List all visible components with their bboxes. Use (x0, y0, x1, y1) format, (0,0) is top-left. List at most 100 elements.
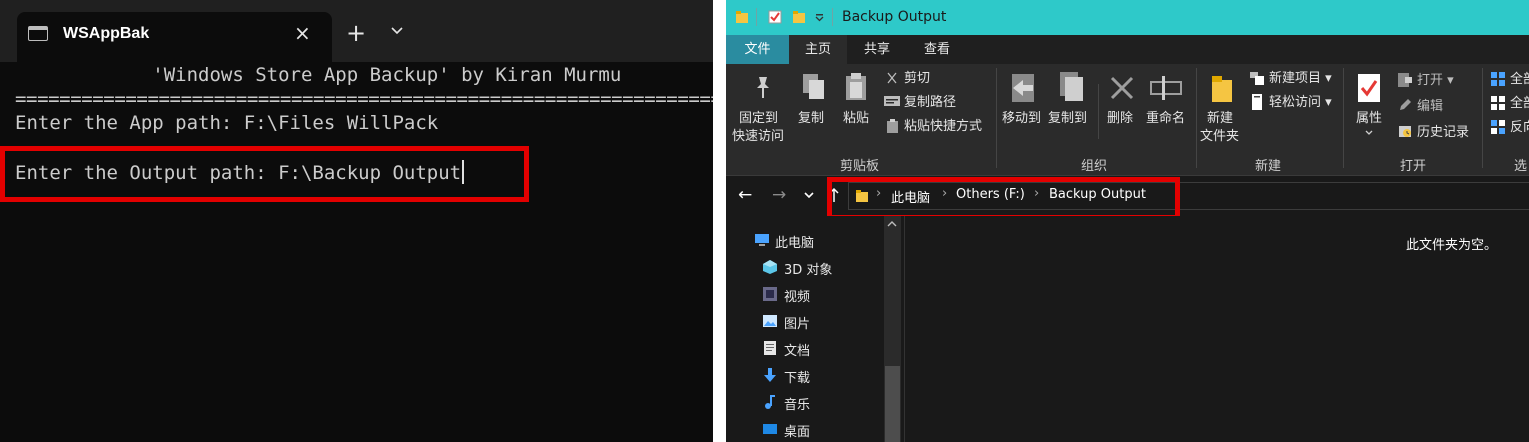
select-group-label: 选 (1514, 159, 1528, 174)
invert-selection-icon (1491, 120, 1505, 134)
quick-access-dropdown-icon[interactable] (815, 14, 824, 22)
terminal-window: WSAppBak × + 'Windows Store App Backup' … (0, 0, 713, 442)
edit-label: 编辑 (1417, 99, 1444, 114)
copy-icon (803, 74, 824, 99)
nav-item-desktop[interactable]: 桌面 (726, 416, 886, 442)
ribbon: 固定到 快速访问 复制 粘贴 剪切 复制路径 粘贴快捷方式 剪贴板 移动到 复制… (726, 64, 1529, 176)
scroll-up-arrow-icon[interactable] (887, 220, 897, 228)
new-tab-icon[interactable]: + (346, 19, 366, 47)
new-folder-icon[interactable] (792, 10, 806, 24)
nav-item-label: 此电脑 (775, 236, 815, 251)
new-item-icon (1250, 72, 1264, 85)
organize-group-label: 组织 (1081, 159, 1108, 174)
terminal-tab-title: WSAppBak (63, 25, 150, 42)
ribbon-separator (1482, 68, 1483, 168)
file-list-area[interactable]: 此文件夹为空。 (905, 216, 1529, 442)
copy-path-icon (884, 96, 900, 106)
easy-access-icon (1252, 94, 1262, 110)
move-to-icon (1012, 74, 1034, 102)
terminal-banner-line: 'Windows Store App Backup' by Kiran Murm… (15, 64, 622, 86)
ribbon-separator (996, 68, 997, 168)
toolbar-separator (756, 8, 757, 26)
new-folder-label-line1: 新建 (1207, 111, 1234, 126)
select-all-icon (1491, 72, 1505, 86)
close-icon[interactable]: × (294, 21, 311, 45)
nav-item-music[interactable]: 音乐 (726, 389, 886, 415)
rename-icon (1150, 76, 1182, 100)
nav-item-documents[interactable]: 文档 (726, 335, 886, 361)
copy-label: 复制 (798, 111, 825, 126)
window-title: Backup Output (842, 9, 947, 25)
rename-label: 重命名 (1146, 111, 1186, 126)
nav-item-label: 音乐 (784, 398, 811, 413)
easy-access-label: 轻松访问 ▾ (1269, 95, 1332, 110)
paste-shortcut-icon (887, 119, 898, 133)
nav-item-label: 桌面 (784, 425, 811, 440)
pin-icon (757, 77, 769, 98)
terminal-icon (28, 26, 48, 41)
music-icon (765, 395, 775, 409)
paste-shortcut-label: 粘贴快捷方式 (904, 119, 983, 134)
pictures-icon (763, 315, 777, 327)
select-all-label: 全部 (1510, 72, 1529, 87)
recent-locations-chevron-icon[interactable] (803, 189, 815, 201)
clipboard-group-label: 剪贴板 (840, 159, 880, 174)
select-none-icon (1491, 96, 1505, 110)
new-folder-label-line2: 文件夹 (1200, 129, 1240, 144)
chevron-down-icon (1365, 130, 1373, 135)
pin-label-line2: 快速访问 (732, 129, 785, 144)
videos-icon (763, 287, 777, 301)
address-bar: ← → › 此电脑 › Others (F:) › Backup Output (726, 176, 1529, 220)
open-group-label: 打开 (1400, 159, 1427, 174)
pin-label-line1: 固定到 (739, 111, 779, 126)
forward-arrow-icon[interactable]: → (772, 185, 786, 205)
chevron-down-icon[interactable] (390, 24, 404, 38)
nav-item-this-pc[interactable]: 此电脑 (726, 227, 886, 253)
copy-to-icon (1060, 72, 1083, 101)
image-divider (713, 0, 726, 442)
select-none-label: 全部 (1510, 96, 1529, 111)
nav-item-3d-objects[interactable]: 3D 对象 (726, 254, 886, 280)
terminal-tab[interactable]: WSAppBak × (17, 12, 332, 62)
copy-path-label: 复制路径 (904, 95, 957, 110)
scrollbar-thumb[interactable] (885, 366, 900, 442)
downloads-icon (764, 368, 776, 382)
tab-home[interactable]: 主页 (789, 35, 847, 64)
properties-check-icon[interactable] (768, 10, 782, 24)
ribbon-separator (1196, 68, 1197, 168)
highlight-box (0, 146, 529, 202)
toolbar-separator (832, 8, 833, 26)
nav-item-label: 3D 对象 (784, 263, 833, 278)
scissors-icon (887, 72, 897, 84)
nav-scrollbar[interactable] (884, 216, 901, 442)
documents-icon (764, 341, 776, 355)
ribbon-tabs: 文件 主页 共享 查看 (726, 35, 1529, 64)
terminal-separator-line: ========================================… (15, 88, 713, 110)
terminal-tab-bar: WSAppBak × + (0, 0, 713, 62)
file-explorer-window: Backup Output 文件 主页 共享 查看 固定到 快速访问 复制 粘贴 (726, 0, 1529, 442)
nav-item-downloads[interactable]: 下载 (726, 362, 886, 388)
open-icon (1398, 73, 1412, 87)
history-label: 历史记录 (1417, 125, 1470, 140)
new-folder-icon (1212, 76, 1232, 102)
tab-file[interactable]: 文件 (726, 35, 789, 64)
highlight-box (827, 177, 1180, 220)
empty-folder-message: 此文件夹为空。 (1406, 238, 1498, 253)
tab-view[interactable]: 查看 (907, 35, 967, 64)
nav-item-label: 图片 (784, 317, 811, 332)
folder-icon (736, 11, 748, 23)
tab-share[interactable]: 共享 (847, 35, 907, 64)
ribbon-separator (1098, 84, 1099, 139)
3d-objects-icon (763, 260, 777, 274)
history-icon (1399, 126, 1411, 137)
nav-item-pictures[interactable]: 图片 (726, 308, 886, 334)
delete-label: 删除 (1107, 111, 1134, 126)
back-arrow-icon[interactable]: ← (738, 185, 752, 205)
explorer-title-bar: Backup Output (726, 0, 1529, 35)
cut-label: 剪切 (904, 71, 931, 86)
properties-label: 属性 (1356, 111, 1383, 126)
paste-icon (846, 73, 866, 100)
nav-item-videos[interactable]: 视频 (726, 281, 886, 307)
open-label: 打开 ▾ (1417, 73, 1454, 88)
properties-icon (1358, 74, 1380, 102)
